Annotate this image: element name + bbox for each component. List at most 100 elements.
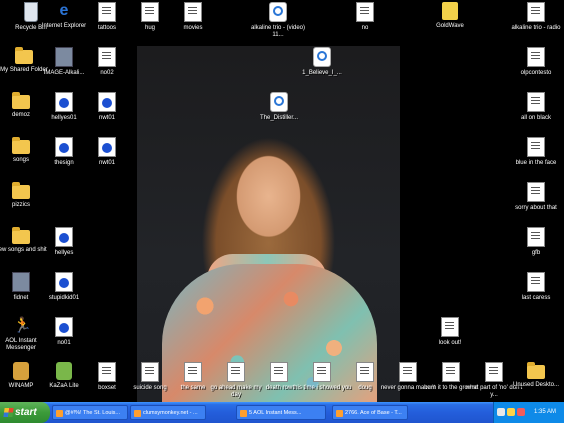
doc-icon bbox=[441, 317, 459, 337]
desktop-icon-label: olpcontesto bbox=[520, 70, 552, 76]
tray-network-icon[interactable] bbox=[497, 408, 505, 416]
kazaa-icon bbox=[56, 362, 72, 380]
doc-icon bbox=[141, 362, 159, 382]
desktop-icon[interactable]: 1_Believe_I_... bbox=[292, 47, 352, 77]
media-file-icon bbox=[55, 272, 73, 292]
desktop-icon-label: alkaline trio - (video) 11... bbox=[250, 25, 306, 38]
desktop-icon[interactable]: last caress bbox=[506, 272, 564, 302]
ie-icon: e bbox=[59, 2, 69, 19]
desktop-icon[interactable]: no02 bbox=[77, 47, 137, 77]
media-file-icon bbox=[55, 137, 73, 157]
taskbar-button[interactable]: clumsymonkey.net - ... bbox=[130, 405, 206, 420]
winamp-icon bbox=[13, 362, 29, 380]
desktop-icon[interactable]: no bbox=[335, 2, 395, 32]
system-tray: 1:35 AM bbox=[493, 402, 564, 423]
media-file-icon bbox=[55, 227, 73, 247]
taskbar: start @#!%! The St. Louis... clumsymonkey… bbox=[0, 402, 564, 423]
doc-icon bbox=[527, 272, 545, 292]
task-app-icon bbox=[336, 410, 343, 417]
shared-folder-icon bbox=[15, 47, 33, 64]
aol-icon: 🏃 bbox=[13, 317, 32, 334]
media-file-icon bbox=[98, 92, 116, 112]
task-app-icon bbox=[134, 410, 141, 417]
doc-icon bbox=[442, 362, 460, 382]
task-app-icon bbox=[240, 410, 247, 417]
desktop-icon-label: last caress bbox=[521, 295, 551, 301]
desktop-icon-label: stupidkid01 bbox=[48, 295, 80, 301]
taskbar-button[interactable]: @#!%! The St. Louis... bbox=[52, 405, 128, 420]
taskbar-button-label: 5 AOL Instant Mess... bbox=[249, 410, 302, 416]
media-file-icon bbox=[269, 2, 287, 22]
image-file-icon bbox=[55, 47, 73, 67]
desktop-icon[interactable]: no01 bbox=[34, 317, 94, 347]
taskbar-button-label: clumsymonkey.net - ... bbox=[143, 410, 198, 416]
folder-icon bbox=[12, 137, 30, 154]
taskbar-button[interactable]: 2766. Ace of Base - T... bbox=[332, 405, 408, 420]
doc-icon bbox=[98, 47, 116, 67]
doc-icon bbox=[141, 2, 159, 22]
desktop-icon-label: nwt01 bbox=[98, 160, 115, 166]
doc-icon bbox=[527, 137, 545, 157]
windows-logo-icon bbox=[3, 408, 14, 417]
doc-icon bbox=[184, 2, 202, 22]
desktop-icon[interactable]: movies bbox=[163, 2, 223, 32]
goldwave-icon bbox=[442, 2, 458, 20]
doc-icon bbox=[527, 2, 545, 22]
doc-icon bbox=[527, 182, 545, 202]
doc-icon bbox=[356, 2, 374, 22]
desktop-icon-label: no01 bbox=[57, 340, 71, 346]
desktop-icon-label: The_Distiller... bbox=[259, 115, 298, 121]
desktop-icon[interactable]: nwt01 bbox=[77, 92, 137, 122]
doc-icon bbox=[313, 362, 331, 382]
doc-icon bbox=[527, 92, 545, 112]
tray-app-icon[interactable] bbox=[517, 408, 525, 416]
desktop-icon[interactable]: stupidkid01 bbox=[34, 272, 94, 302]
desktop-icon[interactable]: alkaline trio - (video) 11... bbox=[248, 2, 308, 39]
doc-icon bbox=[356, 362, 374, 382]
desktop-icon-label: all on black bbox=[520, 115, 552, 121]
doc-icon bbox=[98, 362, 116, 382]
desktop-icon[interactable]: all on black bbox=[506, 92, 564, 122]
taskbar-button-label: @#!%! The St. Louis... bbox=[65, 410, 121, 416]
desktop-icon[interactable]: The_Distiller... bbox=[249, 92, 309, 122]
desktop-icon[interactable]: Unused Deskto... bbox=[506, 362, 564, 389]
folder-icon bbox=[12, 92, 30, 109]
desktop-icon-label: 1_Believe_I_... bbox=[302, 70, 342, 76]
task-app-icon bbox=[56, 410, 63, 417]
desktop-icon-label: hellyes bbox=[54, 250, 74, 256]
clock: 1:35 AM bbox=[533, 409, 556, 415]
desktop-icon[interactable]: GoldWave bbox=[420, 2, 480, 30]
media-file-icon bbox=[55, 317, 73, 337]
media-file-icon bbox=[98, 137, 116, 157]
desktop-icon-label: pizzics bbox=[11, 202, 30, 208]
doc-icon bbox=[227, 362, 245, 382]
doc-icon bbox=[527, 227, 545, 247]
desktop-icon[interactable]: blue in the face bbox=[506, 137, 564, 167]
media-file-icon bbox=[313, 47, 331, 67]
desktop-icon-label: nwt01 bbox=[98, 115, 115, 121]
desktop-icon[interactable]: sorry about that bbox=[506, 182, 564, 212]
app-icon bbox=[12, 272, 30, 292]
desktop-icon-label: Unused Deskto... bbox=[512, 382, 560, 388]
desktop-icon-label: GoldWave bbox=[436, 23, 464, 29]
doc-icon bbox=[399, 362, 417, 382]
desktop-icon-label: no02 bbox=[100, 70, 114, 76]
desktop-icon-label: gfb bbox=[531, 250, 541, 256]
doc-icon bbox=[184, 362, 202, 382]
desktop-icon[interactable]: hellyes bbox=[34, 227, 94, 257]
desktop-icon[interactable]: gfb bbox=[506, 227, 564, 257]
desktop-icon[interactable]: look out! bbox=[420, 317, 480, 347]
desktop-icon[interactable]: nwt01 bbox=[77, 137, 137, 167]
tray-aol-icon[interactable] bbox=[507, 408, 515, 416]
taskbar-button-label: 2766. Ace of Base - T... bbox=[345, 410, 402, 416]
desktop-icon[interactable]: alkaline trio - radio bbox=[506, 2, 564, 32]
doc-icon bbox=[270, 362, 288, 382]
start-button[interactable]: start bbox=[0, 402, 50, 423]
desktop-icon-label: alkaline trio - radio bbox=[511, 25, 561, 31]
desktop-icon-label: look out! bbox=[438, 340, 462, 346]
media-file-icon bbox=[270, 92, 288, 112]
desktop-icon[interactable]: olpcontesto bbox=[506, 47, 564, 77]
desktop-icon-label: no bbox=[361, 25, 369, 31]
desktop-icon[interactable]: pizzics bbox=[0, 182, 51, 209]
taskbar-button[interactable]: 5 AOL Instant Mess... bbox=[236, 405, 326, 420]
